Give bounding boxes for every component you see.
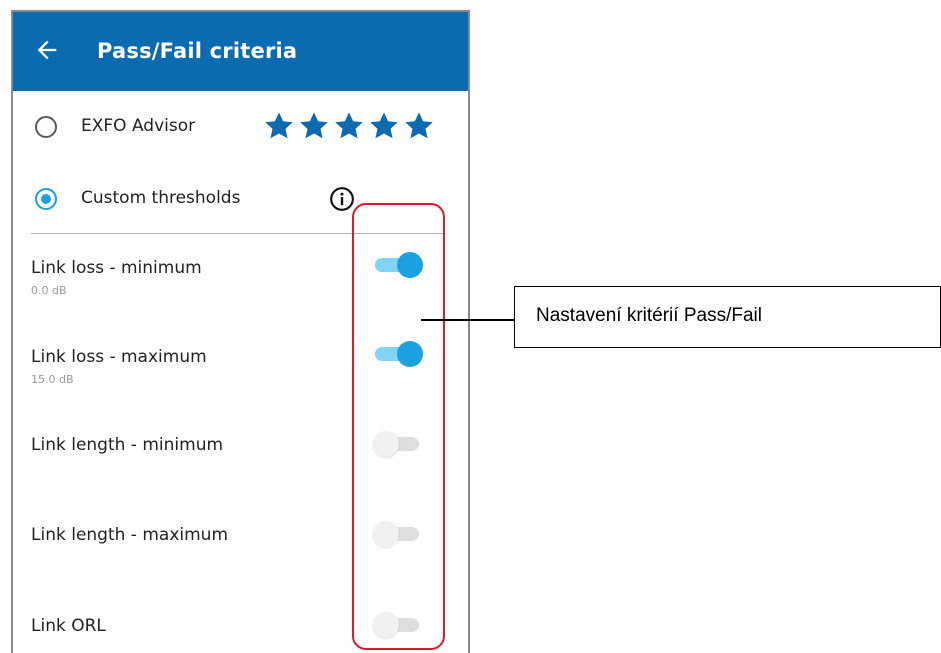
page-title: Pass/Fail criteria xyxy=(97,39,298,63)
star-icon xyxy=(368,110,400,142)
star-icon xyxy=(263,110,295,142)
callout-connector-line xyxy=(421,319,515,321)
custom-thresholds-label: Custom thresholds xyxy=(81,188,241,208)
setting-link-orl-label: Link ORL xyxy=(31,616,106,636)
star-icon xyxy=(333,110,365,142)
advisor-rating xyxy=(263,110,435,142)
exfo-advisor-label: EXFO Advisor xyxy=(81,116,196,136)
custom-thresholds-radio[interactable] xyxy=(35,188,57,210)
setting-link-loss-max-value: 15.0 dB xyxy=(31,373,74,386)
toggle-highlight-box xyxy=(352,203,445,650)
setting-link-length-max-label: Link length - maximum xyxy=(31,525,229,545)
callout-text: Nastavení kritérií Pass/Fail xyxy=(536,305,762,326)
arrow-left-icon[interactable] xyxy=(33,36,61,64)
exfo-advisor-radio[interactable] xyxy=(35,116,57,138)
setting-link-loss-min-value: 0.0 dB xyxy=(31,284,67,297)
callout-box: Nastavení kritérií Pass/Fail xyxy=(514,286,941,348)
setting-link-loss-min-label: Link loss - minimum xyxy=(31,258,202,278)
info-icon[interactable] xyxy=(329,186,355,212)
setting-link-loss-max-label: Link loss - maximum xyxy=(31,347,207,367)
star-icon xyxy=(403,110,435,142)
setting-link-length-min-label: Link length - minimum xyxy=(31,435,224,455)
app-bar: Pass/Fail criteria xyxy=(13,12,468,91)
star-icon xyxy=(298,110,330,142)
